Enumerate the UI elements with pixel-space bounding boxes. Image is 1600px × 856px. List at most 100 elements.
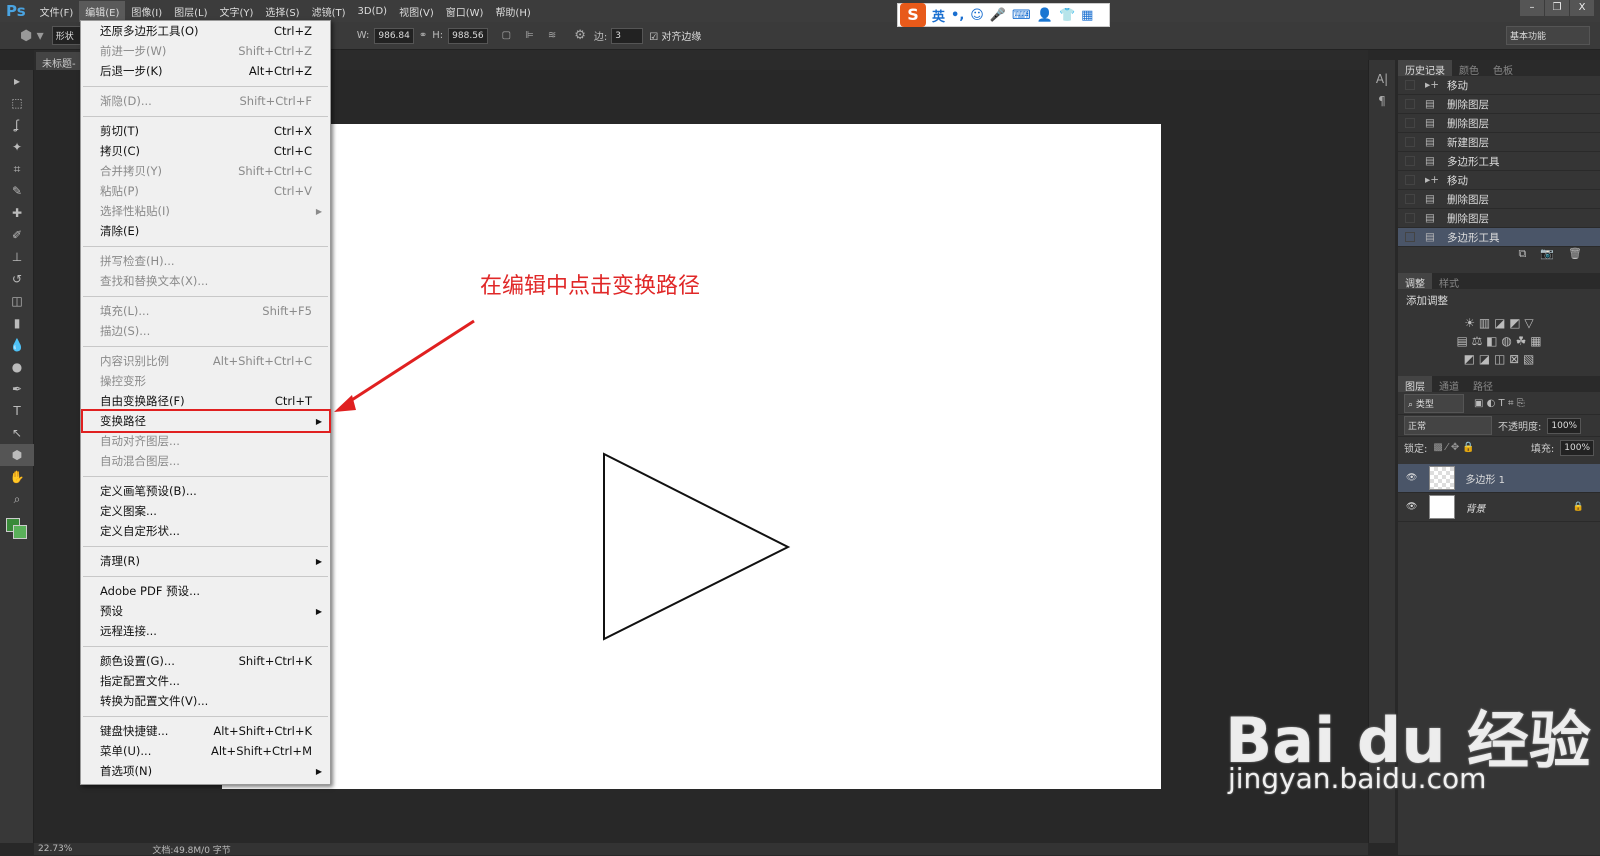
submenu-arrow-icon: ▶	[315, 206, 322, 216]
zoom-level[interactable]: 22.73%	[38, 844, 72, 854]
document-info[interactable]: 文档:49.8M/0 字节	[152, 843, 230, 856]
history-panel-tabs: 历史记录 颜色 色板	[1398, 60, 1600, 77]
history-snapshot-checkbox[interactable]	[1405, 99, 1415, 109]
menu-item-40[interactable]: 键盘快捷键... Alt+Shift+Ctrl+K	[81, 721, 330, 741]
history-snapshot-checkbox[interactable]	[1405, 156, 1415, 166]
menu-item-10[interactable]: 选择性粘贴(I) ▶	[81, 201, 330, 221]
menu-item-33[interactable]: 预设 ▶	[81, 601, 330, 621]
panel-tab-2[interactable]: 色板	[1486, 60, 1520, 77]
menu-item-label: 自由变换路径(F)	[100, 394, 185, 408]
menu-item-41[interactable]: 菜单(U)... Alt+Shift+Ctrl+M	[81, 741, 330, 761]
layer-filter-select[interactable]: ⌕ 类型	[1404, 393, 1464, 413]
menu-item-13[interactable]: 拼写检查(H)...	[81, 251, 330, 271]
menu-item-2[interactable]: 后退一步(K) Alt+Ctrl+Z	[81, 61, 330, 81]
panel-tab-2[interactable]: 路径	[1466, 376, 1500, 393]
menu-item-36[interactable]: 颜色设置(G)... Shift+Ctrl+K	[81, 651, 330, 671]
menu-separator	[81, 471, 330, 481]
menu-item-34[interactable]: 远程连接...	[81, 621, 330, 641]
menu-item-7[interactable]: 拷贝(C) Ctrl+C	[81, 141, 330, 161]
menu-item-11[interactable]: 清除(E)	[81, 221, 330, 241]
history-item[interactable]: ▤ 删除图层	[1398, 95, 1600, 114]
menu-item-30[interactable]: 清理(R) ▶	[81, 551, 330, 571]
blend-mode-select[interactable]: 正常	[1404, 416, 1492, 435]
menu-separator	[81, 711, 330, 721]
menu-item-24[interactable]: 自动混合图层...	[81, 451, 330, 471]
history-item[interactable]: ▤ 删除图层	[1398, 209, 1600, 228]
panel-tab-0[interactable]: 历史记录	[1398, 60, 1452, 77]
menu-item-42[interactable]: 首选项(N) ▶	[81, 761, 330, 781]
menu-item-37[interactable]: 指定配置文件...	[81, 671, 330, 691]
adjust-panel-tabs: 调整 样式	[1398, 273, 1600, 290]
menu-item-label: Adobe PDF 预设...	[100, 584, 201, 598]
menu-item-28[interactable]: 定义自定形状...	[81, 521, 330, 541]
eye-icon[interactable]: 👁	[1406, 473, 1417, 483]
menu-item-16[interactable]: 填充(L)... Shift+F5	[81, 301, 330, 321]
lock-icon: 🔒	[1572, 502, 1584, 512]
history-item[interactable]: ▤ 删除图层	[1398, 190, 1600, 209]
history-snapshot-checkbox[interactable]	[1405, 80, 1415, 90]
adjustment-icons-row-2[interactable]: ▤ ⚖ ◧ ◍ ☘ ▦	[1398, 334, 1600, 348]
menu-item-9[interactable]: 粘贴(P) Ctrl+V	[81, 181, 330, 201]
eye-icon[interactable]: 👁	[1406, 502, 1417, 512]
menu-item-label: 指定配置文件...	[100, 674, 180, 688]
history-snapshot-checkbox[interactable]	[1405, 213, 1415, 223]
panel-tab-1[interactable]: 样式	[1432, 273, 1466, 290]
history-item[interactable]: ▸+ 移动	[1398, 171, 1600, 190]
layer-row[interactable]: 👁 背景 🔒	[1398, 493, 1600, 522]
history-item[interactable]: ▤ 删除图层	[1398, 114, 1600, 133]
menu-item-27[interactable]: 定义图案...	[81, 501, 330, 521]
history-snapshot-checkbox[interactable]	[1405, 194, 1415, 204]
menu-item-label: 转换为配置文件(V)...	[100, 694, 209, 708]
annotation-arrowhead	[334, 395, 356, 412]
panel-tab-0[interactable]: 调整	[1398, 273, 1432, 290]
panel-tab-1[interactable]: 颜色	[1452, 60, 1486, 77]
menu-item-label: 描边(S)...	[100, 324, 151, 338]
menu-item-6[interactable]: 剪切(T) Ctrl+X	[81, 121, 330, 141]
layer-row[interactable]: 👁 多边形 1	[1398, 464, 1600, 493]
history-item[interactable]: ▸+ 移动	[1398, 76, 1600, 95]
submenu-arrow-icon: ▶	[315, 556, 322, 566]
menu-item-1[interactable]: 前进一步(W) Shift+Ctrl+Z	[81, 41, 330, 61]
paragraph-panel-icon[interactable]: ¶	[1369, 94, 1395, 108]
adjustment-icons-row-1[interactable]: ☀ ▥ ◪ ◩ ▽	[1398, 316, 1600, 330]
menu-item-14[interactable]: 查找和替换文本(X)...	[81, 271, 330, 291]
triangle-shape[interactable]	[603, 452, 791, 641]
fill-input[interactable]: 100%	[1560, 439, 1594, 456]
history-snapshot-checkbox[interactable]	[1405, 118, 1415, 128]
menu-separator	[81, 541, 330, 551]
panel-tab-1[interactable]: 通道	[1432, 376, 1466, 393]
adjustment-icons-row-3[interactable]: ◩ ◪ ◫ ⊠ ▧	[1398, 352, 1600, 366]
panel-tab-0[interactable]: 图层	[1398, 376, 1432, 393]
filter-icons[interactable]: ▣ ◐ T ⌗ ⎘	[1474, 398, 1525, 409]
opacity-label: 不透明度:	[1498, 422, 1542, 433]
menu-item-38[interactable]: 转换为配置文件(V)...	[81, 691, 330, 711]
lock-label: 锁定:	[1404, 444, 1428, 455]
camera-icon[interactable]: 📷	[1540, 247, 1554, 265]
menu-item-21[interactable]: 自由变换路径(F) Ctrl+T	[81, 391, 330, 411]
menu-item-8[interactable]: 合并拷贝(Y) Shift+Ctrl+C	[81, 161, 330, 181]
history-item-label: 多边形工具	[1447, 155, 1500, 168]
menu-item-19[interactable]: 内容识别比例 Alt+Shift+Ctrl+C	[81, 351, 330, 371]
history-snapshot-checkbox[interactable]	[1405, 232, 1415, 242]
menu-item-shortcut: Ctrl+V	[274, 184, 312, 198]
history-snapshot-checkbox[interactable]	[1405, 137, 1415, 147]
history-item[interactable]: ▤ 多边形工具	[1398, 228, 1600, 247]
history-snapshot-checkbox[interactable]	[1405, 175, 1415, 185]
menu-item-label: 操控变形	[100, 374, 146, 388]
new-document-icon[interactable]: ⧉	[1518, 247, 1526, 265]
menu-item-32[interactable]: Adobe PDF 预设...	[81, 581, 330, 601]
history-item[interactable]: ▤ 多边形工具	[1398, 152, 1600, 171]
menu-separator	[81, 641, 330, 651]
history-item[interactable]: ▤ 新建图层	[1398, 133, 1600, 152]
trash-icon[interactable]: 🗑	[1568, 247, 1582, 265]
lock-icons[interactable]: ▩ ⁄ ✥ 🔒	[1433, 442, 1474, 453]
menu-item-0[interactable]: 还原多边形工具(O) Ctrl+Z	[81, 21, 330, 41]
menu-item-23[interactable]: 自动对齐图层...	[81, 431, 330, 451]
menu-item-26[interactable]: 定义画笔预设(B)...	[81, 481, 330, 501]
menu-item-4[interactable]: 渐隐(D)... Shift+Ctrl+F	[81, 91, 330, 111]
history-item-label: 删除图层	[1447, 193, 1489, 206]
character-panel-icon[interactable]: A|	[1369, 72, 1395, 86]
menu-item-17[interactable]: 描边(S)...	[81, 321, 330, 341]
menu-item-20[interactable]: 操控变形	[81, 371, 330, 391]
opacity-input[interactable]: 100%	[1547, 417, 1582, 434]
